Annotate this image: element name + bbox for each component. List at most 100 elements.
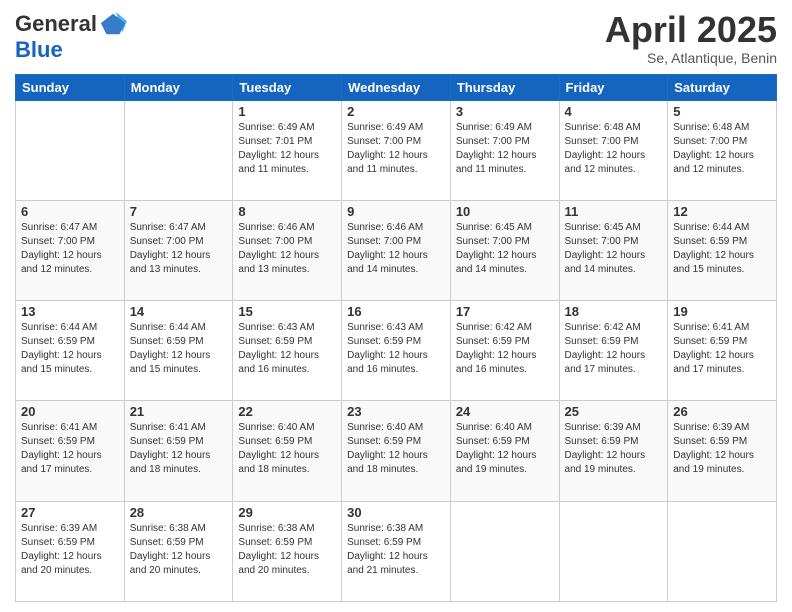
day-info: Sunrise: 6:48 AM Sunset: 7:00 PM Dayligh… <box>673 121 771 177</box>
calendar-cell: 28 Sunrise: 6:38 AM Sunset: 6:59 PM Dayli… <box>124 501 233 601</box>
calendar-header-row: SundayMondayTuesdayWednesdayThursdayFrid… <box>16 74 777 100</box>
calendar-week-row: 27 Sunrise: 6:39 AM Sunset: 6:59 PM Dayli… <box>16 501 777 601</box>
day-number: 8 <box>238 204 336 219</box>
day-number: 26 <box>673 404 771 419</box>
calendar-cell: 24Sunrise: 6:40 AM Sunset: 6:59 PM Dayli… <box>450 401 559 501</box>
day-info: Sunrise: 6:42 AM Sunset: 6:59 PM Dayligh… <box>456 321 554 377</box>
day-info: Sunrise: 6:39 AM Sunset: 6:59 PM Dayligh… <box>565 421 663 477</box>
day-info: Sunrise: 6:40 AM Sunset: 6:59 PM Dayligh… <box>238 421 336 477</box>
calendar-cell <box>668 501 777 601</box>
day-number: 10 <box>456 204 554 219</box>
calendar-cell <box>124 100 233 200</box>
calendar-cell: 19 Sunrise: 6:41 AM Sunset: 6:59 PM Dayli… <box>668 301 777 401</box>
calendar-cell: 4 Sunrise: 6:48 AM Sunset: 7:00 PM Daylig… <box>559 100 668 200</box>
day-info: Sunrise: 6:41 AM Sunset: 6:59 PM Dayligh… <box>21 421 119 477</box>
logo-general-text: General <box>15 12 97 36</box>
day-number: 20 <box>21 404 119 419</box>
month-title: April 2025 <box>605 10 777 50</box>
day-info: Sunrise: 6:48 AM Sunset: 7:00 PM Dayligh… <box>565 121 663 177</box>
calendar-cell: 15 Sunrise: 6:43 AM Sunset: 6:59 PM Dayli… <box>233 301 342 401</box>
calendar-cell: 13Sunrise: 6:44 AM Sunset: 6:59 PM Dayli… <box>16 301 125 401</box>
day-info: Sunrise: 6:44 AM Sunset: 6:59 PM Dayligh… <box>673 221 771 277</box>
day-info: Sunrise: 6:43 AM Sunset: 6:59 PM Dayligh… <box>238 321 336 377</box>
day-number: 30 <box>347 505 445 520</box>
day-number: 13 <box>21 304 119 319</box>
day-number: 27 <box>21 505 119 520</box>
calendar-cell: 9 Sunrise: 6:46 AM Sunset: 7:00 PM Daylig… <box>342 200 451 300</box>
calendar-cell: 3Sunrise: 6:49 AM Sunset: 7:00 PM Daylig… <box>450 100 559 200</box>
day-number: 29 <box>238 505 336 520</box>
day-info: Sunrise: 6:47 AM Sunset: 7:00 PM Dayligh… <box>130 221 228 277</box>
day-number: 17 <box>456 304 554 319</box>
calendar-day-header: Friday <box>559 74 668 100</box>
day-number: 3 <box>456 104 554 119</box>
calendar-cell: 26 Sunrise: 6:39 AM Sunset: 6:59 PM Dayli… <box>668 401 777 501</box>
day-number: 22 <box>238 404 336 419</box>
day-info: Sunrise: 6:38 AM Sunset: 6:59 PM Dayligh… <box>130 522 228 578</box>
calendar-cell: 22 Sunrise: 6:40 AM Sunset: 6:59 PM Dayli… <box>233 401 342 501</box>
day-number: 4 <box>565 104 663 119</box>
calendar-cell <box>559 501 668 601</box>
day-number: 28 <box>130 505 228 520</box>
day-number: 18 <box>565 304 663 319</box>
calendar-cell: 17 Sunrise: 6:42 AM Sunset: 6:59 PM Dayli… <box>450 301 559 401</box>
calendar-cell: 7Sunrise: 6:47 AM Sunset: 7:00 PM Daylig… <box>124 200 233 300</box>
calendar-cell <box>16 100 125 200</box>
day-number: 1 <box>238 104 336 119</box>
calendar-cell: 11 Sunrise: 6:45 AM Sunset: 7:00 PM Dayli… <box>559 200 668 300</box>
day-number: 19 <box>673 304 771 319</box>
calendar-week-row: 6 Sunrise: 6:47 AM Sunset: 7:00 PM Daylig… <box>16 200 777 300</box>
calendar-week-row: 20 Sunrise: 6:41 AM Sunset: 6:59 PM Dayli… <box>16 401 777 501</box>
day-number: 23 <box>347 404 445 419</box>
day-info: Sunrise: 6:40 AM Sunset: 6:59 PM Dayligh… <box>347 421 445 477</box>
day-info: Sunrise: 6:45 AM Sunset: 7:00 PM Dayligh… <box>456 221 554 277</box>
calendar-cell: 2 Sunrise: 6:49 AM Sunset: 7:00 PM Daylig… <box>342 100 451 200</box>
calendar-cell: 27 Sunrise: 6:39 AM Sunset: 6:59 PM Dayli… <box>16 501 125 601</box>
page: General Blue April 2025 Se, Atlantique, … <box>0 0 792 612</box>
calendar-week-row: 1 Sunrise: 6:49 AM Sunset: 7:01 PM Daylig… <box>16 100 777 200</box>
day-number: 9 <box>347 204 445 219</box>
calendar-week-row: 13 Sunrise: 6:44 AM Sunset: 6:59 PM Dayli… <box>16 301 777 401</box>
day-number: 15 <box>238 304 336 319</box>
calendar-cell: 12Sunrise: 6:44 AM Sunset: 6:59 PM Dayli… <box>668 200 777 300</box>
day-info: Sunrise: 6:45 AM Sunset: 7:00 PM Dayligh… <box>565 221 663 277</box>
day-number: 24 <box>456 404 554 419</box>
day-number: 6 <box>21 204 119 219</box>
calendar-cell: 29 Sunrise: 6:38 AM Sunset: 6:59 PM Dayli… <box>233 501 342 601</box>
day-info: Sunrise: 6:39 AM Sunset: 6:59 PM Dayligh… <box>673 421 771 477</box>
day-number: 2 <box>347 104 445 119</box>
title-section: April 2025 Se, Atlantique, Benin <box>605 10 777 66</box>
day-info: Sunrise: 6:49 AM Sunset: 7:01 PM Dayligh… <box>238 121 336 177</box>
day-info: Sunrise: 6:42 AM Sunset: 6:59 PM Dayligh… <box>565 321 663 377</box>
calendar-cell: 5 Sunrise: 6:48 AM Sunset: 7:00 PM Daylig… <box>668 100 777 200</box>
calendar-cell: 10 Sunrise: 6:45 AM Sunset: 7:00 PM Dayli… <box>450 200 559 300</box>
day-number: 21 <box>130 404 228 419</box>
calendar-cell: 6 Sunrise: 6:47 AM Sunset: 7:00 PM Daylig… <box>16 200 125 300</box>
logo-icon <box>99 10 127 38</box>
location: Se, Atlantique, Benin <box>605 50 777 66</box>
day-number: 11 <box>565 204 663 219</box>
day-info: Sunrise: 6:43 AM Sunset: 6:59 PM Dayligh… <box>347 321 445 377</box>
calendar-cell: 23 Sunrise: 6:40 AM Sunset: 6:59 PM Dayli… <box>342 401 451 501</box>
calendar-cell: 16 Sunrise: 6:43 AM Sunset: 6:59 PM Dayli… <box>342 301 451 401</box>
calendar-day-header: Sunday <box>16 74 125 100</box>
day-info: Sunrise: 6:38 AM Sunset: 6:59 PM Dayligh… <box>347 522 445 578</box>
day-number: 16 <box>347 304 445 319</box>
day-info: Sunrise: 6:41 AM Sunset: 6:59 PM Dayligh… <box>130 421 228 477</box>
day-info: Sunrise: 6:46 AM Sunset: 7:00 PM Dayligh… <box>238 221 336 277</box>
day-info: Sunrise: 6:46 AM Sunset: 7:00 PM Dayligh… <box>347 221 445 277</box>
day-info: Sunrise: 6:44 AM Sunset: 6:59 PM Dayligh… <box>130 321 228 377</box>
calendar-cell: 21 Sunrise: 6:41 AM Sunset: 6:59 PM Dayli… <box>124 401 233 501</box>
calendar-cell: 30 Sunrise: 6:38 AM Sunset: 6:59 PM Dayli… <box>342 501 451 601</box>
day-info: Sunrise: 6:38 AM Sunset: 6:59 PM Dayligh… <box>238 522 336 578</box>
day-info: Sunrise: 6:49 AM Sunset: 7:00 PM Dayligh… <box>347 121 445 177</box>
calendar-day-header: Tuesday <box>233 74 342 100</box>
day-info: Sunrise: 6:39 AM Sunset: 6:59 PM Dayligh… <box>21 522 119 578</box>
logo-blue-text: Blue <box>15 38 127 62</box>
calendar-cell: 18 Sunrise: 6:42 AM Sunset: 6:59 PM Dayli… <box>559 301 668 401</box>
day-number: 14 <box>130 304 228 319</box>
day-number: 5 <box>673 104 771 119</box>
day-info: Sunrise: 6:41 AM Sunset: 6:59 PM Dayligh… <box>673 321 771 377</box>
day-info: Sunrise: 6:47 AM Sunset: 7:00 PM Dayligh… <box>21 221 119 277</box>
calendar-day-header: Saturday <box>668 74 777 100</box>
